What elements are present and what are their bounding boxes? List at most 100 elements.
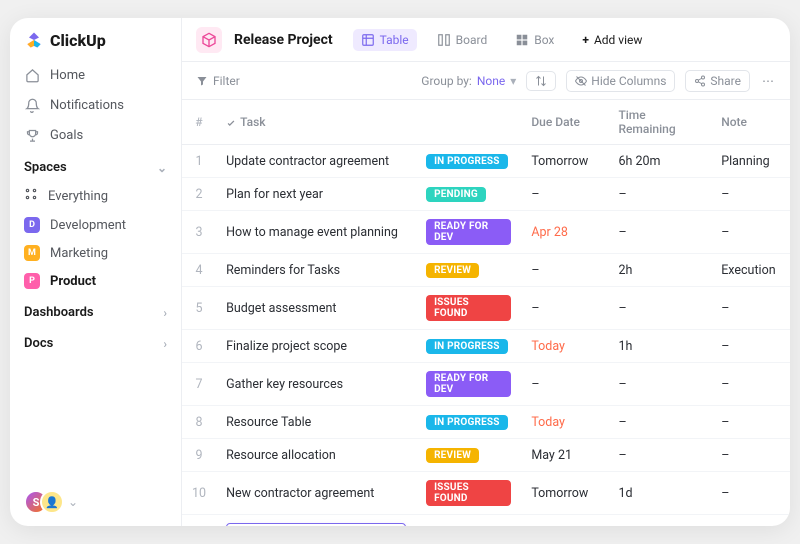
due-cell[interactable]: –	[521, 515, 608, 527]
dashboards-section[interactable]: Dashboards›	[10, 295, 181, 326]
note-cell[interactable]: –	[711, 287, 790, 330]
note-cell[interactable]: –	[711, 439, 790, 472]
task-row[interactable]: 3 How to manage event planning READY FOR…	[182, 211, 790, 254]
task-row[interactable]: 11 Update key objectives IN PROGRESS – –…	[182, 515, 790, 527]
status-badge[interactable]: PENDING	[426, 187, 486, 202]
note-cell[interactable]: –	[711, 515, 790, 527]
due-cell[interactable]: Today	[521, 330, 608, 363]
time-cell[interactable]: –	[608, 439, 711, 472]
status-badge[interactable]: READY FOR DEV	[426, 371, 511, 397]
due-cell[interactable]: Tomorrow	[521, 472, 608, 515]
due-cell[interactable]: –	[521, 363, 608, 406]
task-row[interactable]: 7 Gather key resources READY FOR DEV – –…	[182, 363, 790, 406]
groupby-button[interactable]: Group by: None ▾	[421, 74, 516, 88]
grid-icon	[24, 187, 38, 205]
row-num: 6	[182, 330, 216, 363]
col-task[interactable]: Task	[216, 100, 416, 145]
nav-notifications[interactable]: Notifications	[10, 90, 181, 120]
row-num: 5	[182, 287, 216, 330]
task-name: Budget assessment	[226, 301, 336, 316]
time-cell[interactable]: 1h	[608, 330, 711, 363]
time-cell[interactable]: –	[608, 363, 711, 406]
status-badge[interactable]: ISSUES FOUND	[426, 480, 511, 506]
due-cell[interactable]: Apr 28	[521, 211, 608, 254]
spaces-header[interactable]: Spaces⌄	[10, 150, 181, 181]
space-everything[interactable]: Everything	[10, 181, 181, 211]
task-row[interactable]: 2 Plan for next year PENDING – – –	[182, 178, 790, 211]
task-row[interactable]: 10 New contractor agreement ISSUES FOUND…	[182, 472, 790, 515]
note-cell[interactable]: –	[711, 178, 790, 211]
avatar[interactable]: 👤	[40, 490, 64, 514]
status-badge[interactable]: IN PROGRESS	[426, 415, 508, 430]
time-cell[interactable]: –	[608, 515, 711, 527]
status-badge[interactable]: READY FOR DEV	[426, 219, 511, 245]
due-cell[interactable]: –	[521, 287, 608, 330]
time-cell[interactable]: –	[608, 406, 711, 439]
row-num: 8	[182, 406, 216, 439]
note-cell[interactable]: –	[711, 406, 790, 439]
task-row[interactable]: 8 Resource Table IN PROGRESS Today – –	[182, 406, 790, 439]
chevron-down-icon: ⌄	[157, 161, 167, 175]
note-cell[interactable]: –	[711, 363, 790, 406]
view-box[interactable]: Box	[507, 29, 562, 51]
chevron-right-icon: ›	[163, 306, 167, 320]
space-item-marketing[interactable]: MMarketing	[10, 239, 181, 267]
brand-name: ClickUp	[50, 31, 106, 50]
filter-button[interactable]: Filter	[196, 74, 240, 88]
space-item-development[interactable]: DDevelopment	[10, 211, 181, 239]
chevron-right-icon: ›	[163, 337, 167, 351]
due-cell[interactable]: Tomorrow	[521, 145, 608, 178]
row-num: 11	[182, 515, 216, 527]
hide-columns-button[interactable]: Hide Columns	[566, 70, 675, 92]
note-cell[interactable]: Planning	[711, 145, 790, 178]
docs-section[interactable]: Docs›	[10, 326, 181, 357]
status-badge[interactable]: IN PROGRESS	[426, 154, 508, 169]
task-name: How to manage event planning	[226, 225, 398, 240]
sort-button[interactable]	[526, 71, 556, 91]
time-cell[interactable]: 2h	[608, 254, 711, 287]
view-table[interactable]: Table	[353, 29, 417, 51]
chevron-down-icon: ⌄	[68, 495, 78, 509]
plus-icon: +	[582, 33, 589, 47]
col-time[interactable]: Time Remaining	[608, 100, 711, 145]
task-row[interactable]: 5 Budget assessment ISSUES FOUND – – –	[182, 287, 790, 330]
status-badge[interactable]: REVIEW	[426, 448, 479, 463]
due-cell[interactable]: May 21	[521, 439, 608, 472]
more-button[interactable]: ⋯	[760, 73, 776, 89]
task-row[interactable]: 1 Update contractor agreement IN PROGRES…	[182, 145, 790, 178]
time-cell[interactable]: –	[608, 211, 711, 254]
brand-logo[interactable]: ClickUp	[10, 18, 181, 60]
share-button[interactable]: Share	[685, 70, 750, 92]
time-cell[interactable]: 1d	[608, 472, 711, 515]
note-cell[interactable]: Execution	[711, 254, 790, 287]
time-cell[interactable]: 6h 20m	[608, 145, 711, 178]
task-row[interactable]: 9 Resource allocation REVIEW May 21 – –	[182, 439, 790, 472]
time-cell[interactable]: –	[608, 178, 711, 211]
view-board[interactable]: Board	[429, 29, 496, 51]
toolbar: Filter Group by: None ▾ Hide Columns Sha…	[182, 62, 790, 100]
task-table: # Task Due Date Time Remaining Note 1 Up…	[182, 100, 790, 526]
col-due[interactable]: Due Date	[521, 100, 608, 145]
time-cell[interactable]: –	[608, 287, 711, 330]
due-cell[interactable]: –	[521, 254, 608, 287]
status-badge[interactable]: ISSUES FOUND	[426, 295, 511, 321]
nav-home[interactable]: Home	[10, 60, 181, 90]
add-view[interactable]: +Add view	[574, 29, 650, 51]
note-cell[interactable]: –	[711, 211, 790, 254]
task-row[interactable]: 6 Finalize project scope IN PROGRESS Tod…	[182, 330, 790, 363]
user-avatars[interactable]: S 👤 ⌄	[10, 478, 181, 526]
nav-label: Notifications	[50, 98, 124, 113]
due-cell[interactable]: Today	[521, 406, 608, 439]
task-row[interactable]: 4 Reminders for Tasks REVIEW – 2h Execut…	[182, 254, 790, 287]
note-cell[interactable]: –	[711, 472, 790, 515]
space-item-product[interactable]: PProduct	[10, 267, 181, 295]
task-name-input[interactable]: Update key objectives	[226, 523, 406, 526]
nav-goals[interactable]: Goals	[10, 120, 181, 150]
task-name: New contractor agreement	[226, 486, 374, 501]
due-cell[interactable]: –	[521, 178, 608, 211]
status-badge[interactable]: REVIEW	[426, 263, 479, 278]
status-badge[interactable]: IN PROGRESS	[426, 339, 508, 354]
topbar: Release Project Table Board Box +Add vie…	[182, 18, 790, 62]
note-cell[interactable]: –	[711, 330, 790, 363]
col-note[interactable]: Note	[711, 100, 790, 145]
